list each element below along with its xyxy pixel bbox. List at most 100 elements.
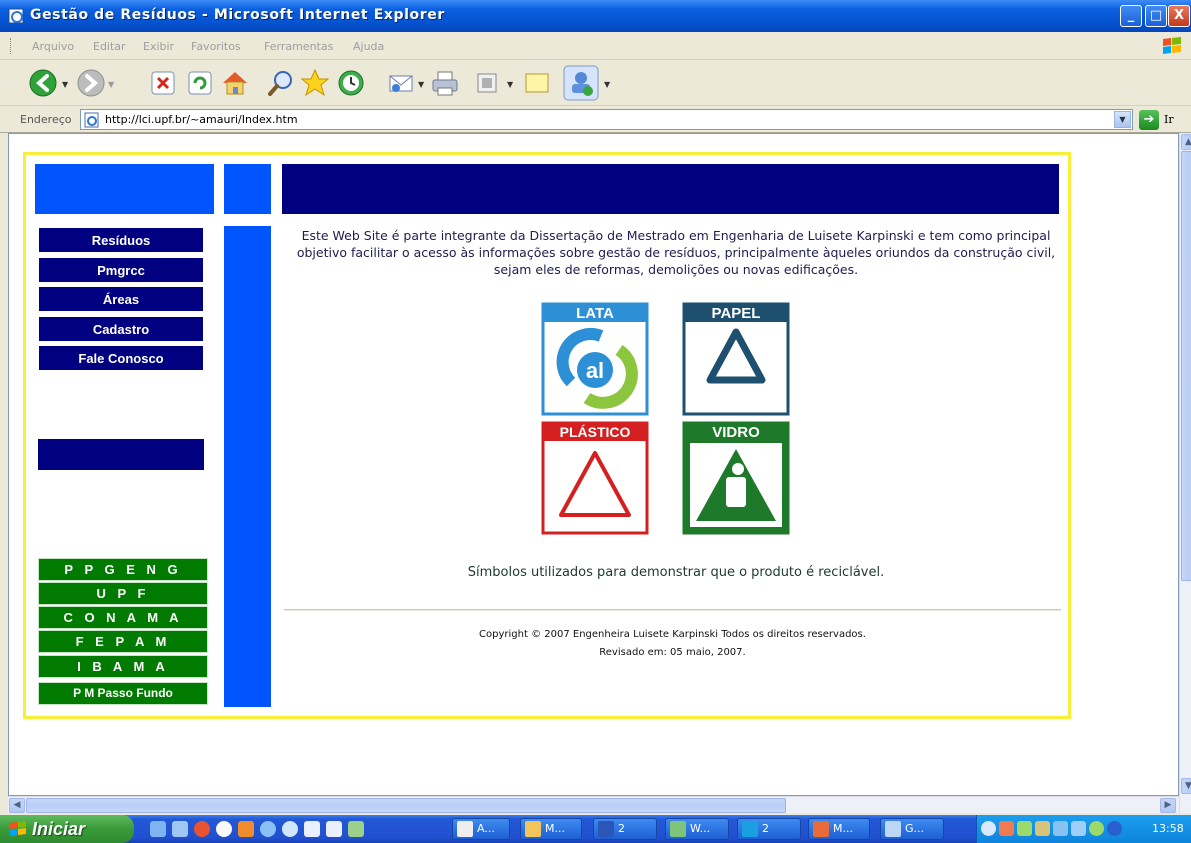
vidro-recycle-icon: VIDRO xyxy=(682,421,790,535)
task-a-label: A... xyxy=(477,822,495,835)
address-field[interactable]: http://lci.upf.br/~amauri/Index.htm ▼ xyxy=(80,109,1133,130)
address-dropdown-icon[interactable]: ▼ xyxy=(1114,111,1131,128)
copyright-text: Copyright © 2007 Engenheira Luisete Karp… xyxy=(479,629,866,640)
tray-network-icon[interactable] xyxy=(1017,821,1032,836)
menu-editar[interactable]: Editar xyxy=(93,40,126,53)
close-button[interactable]: X xyxy=(1168,5,1190,27)
toolbar: ▼ ▼ ▼ ▼ ▼ xyxy=(0,60,1191,106)
messenger-dropdown-icon[interactable]: ▼ xyxy=(604,80,610,89)
horizontal-scrollbar[interactable]: ◀ ▶ xyxy=(8,796,1179,813)
quicklaunch-browser-icon[interactable] xyxy=(260,821,276,837)
task-button-w[interactable]: W... xyxy=(665,818,729,840)
tray-shield-icon[interactable] xyxy=(1089,821,1104,836)
link-fepam[interactable]: F E P A M xyxy=(38,630,208,653)
scroll-right-icon[interactable]: ▶ xyxy=(1160,798,1176,813)
divider xyxy=(284,609,1061,611)
address-label: Endereço xyxy=(20,113,72,126)
url-text[interactable]: http://lci.upf.br/~amauri/Index.htm xyxy=(105,113,298,126)
nav-residuos[interactable]: Resíduos xyxy=(38,227,204,253)
task-button-word[interactable]: 2 xyxy=(593,818,657,840)
menu-favoritos[interactable]: Favoritos xyxy=(191,40,241,53)
home-icon[interactable] xyxy=(220,68,250,98)
scroll-left-icon[interactable]: ◀ xyxy=(9,798,25,813)
nav-areas[interactable]: Áreas xyxy=(38,286,204,312)
task-button-skype[interactable]: 2 xyxy=(737,818,801,840)
nav-pmgrcc[interactable]: Pmgrcc xyxy=(38,257,204,283)
start-button[interactable]: Iniciar xyxy=(0,815,134,843)
clock: 13:58 xyxy=(1152,822,1184,835)
quicklaunch-media-icon[interactable] xyxy=(194,821,210,837)
link-pm-passo-fundo[interactable]: P M Passo Fundo xyxy=(38,682,208,705)
page-viewport: Resíduos Pmgrcc Áreas Cadastro Fale Cono… xyxy=(8,133,1179,796)
tray-antivirus-icon[interactable] xyxy=(999,821,1014,836)
print-icon[interactable] xyxy=(430,68,460,98)
quicklaunch-folder-icon[interactable] xyxy=(238,821,254,837)
task-button-m[interactable]: M... xyxy=(808,818,870,840)
nav-fale-conosco[interactable]: Fale Conosco xyxy=(38,345,204,371)
back-icon[interactable] xyxy=(28,68,58,98)
task-button-a[interactable]: A... xyxy=(452,818,510,840)
go-arrow-icon[interactable]: ➔ xyxy=(1139,110,1159,130)
page-frame: Resíduos Pmgrcc Áreas Cadastro Fale Cono… xyxy=(23,152,1071,719)
favorites-icon[interactable] xyxy=(300,68,330,98)
symbols-caption: Símbolos utilizados para demonstrar que … xyxy=(467,565,885,580)
ie-page-icon xyxy=(8,8,24,24)
tray-info-icon[interactable] xyxy=(1107,821,1122,836)
menu-ferramentas[interactable]: Ferramentas xyxy=(264,40,333,53)
menu-exibir[interactable]: Exibir xyxy=(143,40,174,53)
minimize-button[interactable]: _ xyxy=(1120,5,1142,27)
tray-expand-icon[interactable] xyxy=(981,821,996,836)
papel-label: PAPEL xyxy=(712,305,761,322)
discuss-icon[interactable] xyxy=(522,68,552,98)
quicklaunch-desktop-icon[interactable] xyxy=(282,821,298,837)
quicklaunch-email-icon[interactable] xyxy=(172,821,188,837)
sidebar-navy-block xyxy=(38,439,204,470)
stop-icon[interactable] xyxy=(148,68,178,98)
link-conama[interactable]: C O N A M A xyxy=(38,606,208,629)
menu-arquivo[interactable]: Arquivo xyxy=(32,40,74,53)
tray-display-icon[interactable] xyxy=(1071,821,1086,836)
vertical-scroll-thumb[interactable] xyxy=(1181,151,1191,581)
task-word-label: 2 xyxy=(618,822,625,835)
scroll-up-icon[interactable]: ▲ xyxy=(1181,134,1191,150)
history-icon[interactable] xyxy=(336,68,366,98)
link-ibama[interactable]: I B A M A xyxy=(38,655,208,678)
quicklaunch-word-icon[interactable] xyxy=(304,821,320,837)
intro-text: Este Web Site é parte integrante da Diss… xyxy=(296,228,1056,277)
task-button-ie[interactable]: G... xyxy=(880,818,944,840)
plastico-recycle-icon: PLÁSTICO xyxy=(541,421,649,535)
task-skype-icon xyxy=(742,821,758,837)
task-button-folder[interactable]: M... xyxy=(520,818,582,840)
mail-icon[interactable] xyxy=(386,68,416,98)
go-label[interactable]: Ir xyxy=(1164,113,1174,126)
forward-icon[interactable] xyxy=(76,68,106,98)
forward-dropdown-icon[interactable]: ▼ xyxy=(108,80,114,89)
link-upf[interactable]: U P F xyxy=(38,582,208,605)
quicklaunch-excel-icon[interactable] xyxy=(326,821,342,837)
maximize-button[interactable]: □ xyxy=(1145,5,1167,27)
scroll-down-icon[interactable]: ▼ xyxy=(1181,778,1191,794)
vertical-blue-bar xyxy=(224,226,271,707)
messenger-icon[interactable] xyxy=(563,65,599,101)
mail-dropdown-icon[interactable]: ▼ xyxy=(418,80,424,89)
quicklaunch-ie-icon[interactable] xyxy=(150,821,166,837)
address-bar: Endereço http://lci.upf.br/~amauri/Index… xyxy=(0,107,1191,133)
refresh-icon[interactable] xyxy=(185,68,215,98)
link-ppgeng[interactable]: P P G E N G xyxy=(38,558,208,581)
header-left-block xyxy=(35,164,214,214)
menu-grip xyxy=(10,38,12,54)
quicklaunch-network-icon[interactable] xyxy=(348,821,364,837)
edit-dropdown-icon[interactable]: ▼ xyxy=(507,80,513,89)
tray-monitor-icon[interactable] xyxy=(1053,821,1068,836)
nav-cadastro[interactable]: Cadastro xyxy=(38,316,204,342)
lata-al-label: al xyxy=(586,358,604,383)
quicklaunch-messenger-icon[interactable] xyxy=(216,821,232,837)
vertical-scrollbar[interactable]: ▲ ▼ xyxy=(1179,133,1191,813)
start-label: Iniciar xyxy=(32,819,86,839)
menu-ajuda[interactable]: Ajuda xyxy=(353,40,384,53)
edit-icon[interactable] xyxy=(472,68,502,98)
search-icon[interactable] xyxy=(266,68,296,98)
back-dropdown-icon[interactable]: ▼ xyxy=(62,80,68,89)
tray-users-icon[interactable] xyxy=(1035,821,1050,836)
horizontal-scroll-thumb[interactable] xyxy=(26,798,786,813)
